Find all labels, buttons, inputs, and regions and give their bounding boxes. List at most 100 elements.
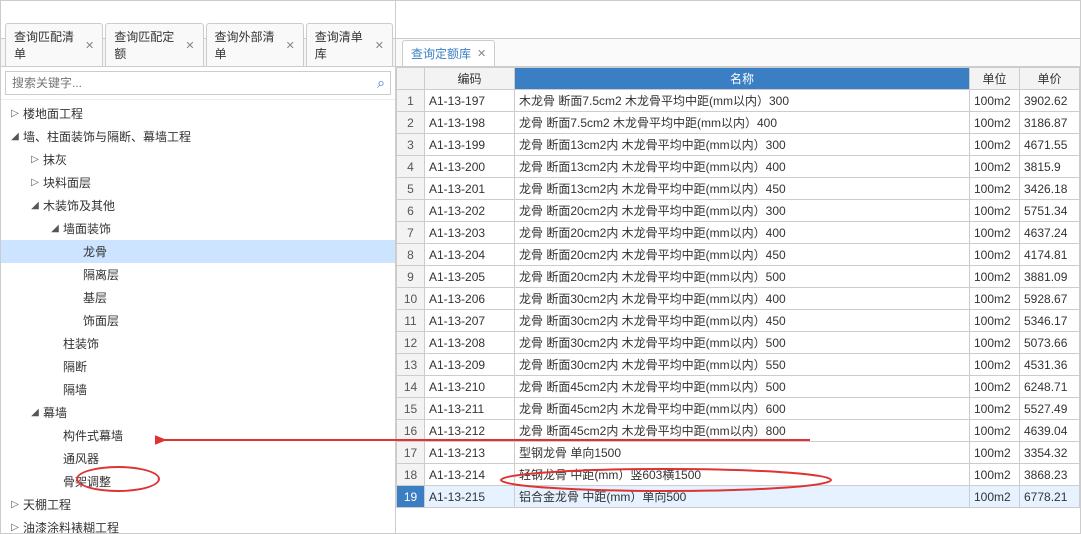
cell-unit[interactable]: 100m2 xyxy=(970,288,1020,310)
cell-name[interactable]: 龙骨 断面30cm2内 木龙骨平均中距(mm以内）400 xyxy=(515,288,970,310)
tab-right-0[interactable]: 查询定额库✕ xyxy=(402,40,495,66)
cell-code[interactable]: A1-13-212 xyxy=(425,420,515,442)
cell-price[interactable]: 3868.23 xyxy=(1020,464,1080,486)
cell-code[interactable]: A1-13-213 xyxy=(425,442,515,464)
cell-code[interactable]: A1-13-207 xyxy=(425,310,515,332)
cell-price[interactable]: 4637.24 xyxy=(1020,222,1080,244)
tree-item-15[interactable]: 通风器 xyxy=(1,447,395,470)
tab-0[interactable]: 查询匹配清单✕ xyxy=(5,23,103,66)
cell-name[interactable]: 铝合金龙骨 中距(mm）单向500 xyxy=(515,486,970,508)
tree-item-17[interactable]: ▷天棚工程 xyxy=(1,493,395,516)
tree-item-7[interactable]: 隔离层 xyxy=(1,263,395,286)
cell-unit[interactable]: 100m2 xyxy=(970,90,1020,112)
search-input[interactable] xyxy=(5,71,391,95)
cell-price[interactable]: 4671.55 xyxy=(1020,134,1080,156)
cell-code[interactable]: A1-13-215 xyxy=(425,486,515,508)
col-price[interactable]: 单价 xyxy=(1020,68,1080,90)
cell-unit[interactable]: 100m2 xyxy=(970,244,1020,266)
tree-toggle-icon[interactable]: ▷ xyxy=(9,522,21,533)
cell-price[interactable]: 6778.21 xyxy=(1020,486,1080,508)
cell-name[interactable]: 龙骨 断面20cm2内 木龙骨平均中距(mm以内）500 xyxy=(515,266,970,288)
table-row[interactable]: 9A1-13-205龙骨 断面20cm2内 木龙骨平均中距(mm以内）50010… xyxy=(397,266,1080,288)
table-row[interactable]: 2A1-13-198龙骨 断面7.5cm2 木龙骨平均中距(mm以内）40010… xyxy=(397,112,1080,134)
tree-item-14[interactable]: 构件式幕墙 xyxy=(1,424,395,447)
tree-toggle-icon[interactable]: ▷ xyxy=(29,177,41,188)
table-row[interactable]: 10A1-13-206龙骨 断面30cm2内 木龙骨平均中距(mm以内）4001… xyxy=(397,288,1080,310)
cell-price[interactable]: 3881.09 xyxy=(1020,266,1080,288)
cell-code[interactable]: A1-13-205 xyxy=(425,266,515,288)
table-row[interactable]: 19A1-13-215铝合金龙骨 中距(mm）单向500100m26778.21 xyxy=(397,486,1080,508)
cell-unit[interactable]: 100m2 xyxy=(970,310,1020,332)
table-row[interactable]: 15A1-13-211龙骨 断面45cm2内 木龙骨平均中距(mm以内）6001… xyxy=(397,398,1080,420)
cell-name[interactable]: 龙骨 断面45cm2内 木龙骨平均中距(mm以内）600 xyxy=(515,398,970,420)
cell-name[interactable]: 龙骨 断面30cm2内 木龙骨平均中距(mm以内）550 xyxy=(515,354,970,376)
close-icon[interactable]: ✕ xyxy=(375,39,384,52)
cell-unit[interactable]: 100m2 xyxy=(970,354,1020,376)
cell-code[interactable]: A1-13-200 xyxy=(425,156,515,178)
cell-price[interactable]: 3354.32 xyxy=(1020,442,1080,464)
tree-item-4[interactable]: ◢木装饰及其他 xyxy=(1,194,395,217)
cell-code[interactable]: A1-13-204 xyxy=(425,244,515,266)
search-icon[interactable]: ⌕ xyxy=(377,75,385,92)
cell-unit[interactable]: 100m2 xyxy=(970,156,1020,178)
cell-price[interactable]: 5751.34 xyxy=(1020,200,1080,222)
table-row[interactable]: 13A1-13-209龙骨 断面30cm2内 木龙骨平均中距(mm以内）5501… xyxy=(397,354,1080,376)
tree-toggle-icon[interactable]: ◢ xyxy=(9,131,21,142)
cell-name[interactable]: 龙骨 断面30cm2内 木龙骨平均中距(mm以内）500 xyxy=(515,332,970,354)
cell-price[interactable]: 4174.81 xyxy=(1020,244,1080,266)
table-row[interactable]: 11A1-13-207龙骨 断面30cm2内 木龙骨平均中距(mm以内）4501… xyxy=(397,310,1080,332)
tree-item-1[interactable]: ◢墙、柱面装饰与隔断、幕墙工程 xyxy=(1,125,395,148)
close-icon[interactable]: ✕ xyxy=(185,39,194,52)
table-row[interactable]: 16A1-13-212龙骨 断面45cm2内 木龙骨平均中距(mm以内）8001… xyxy=(397,420,1080,442)
tree-item-10[interactable]: 柱装饰 xyxy=(1,332,395,355)
tree-toggle-icon[interactable]: ▷ xyxy=(9,108,21,119)
cell-unit[interactable]: 100m2 xyxy=(970,376,1020,398)
cell-name[interactable]: 龙骨 断面20cm2内 木龙骨平均中距(mm以内）450 xyxy=(515,244,970,266)
cell-name[interactable]: 木龙骨 断面7.5cm2 木龙骨平均中距(mm以内）300 xyxy=(515,90,970,112)
cell-unit[interactable]: 100m2 xyxy=(970,112,1020,134)
cell-price[interactable]: 3186.87 xyxy=(1020,112,1080,134)
cell-price[interactable]: 5073.66 xyxy=(1020,332,1080,354)
cell-code[interactable]: A1-13-214 xyxy=(425,464,515,486)
cell-code[interactable]: A1-13-206 xyxy=(425,288,515,310)
cell-code[interactable]: A1-13-202 xyxy=(425,200,515,222)
cell-code[interactable]: A1-13-210 xyxy=(425,376,515,398)
tree-item-11[interactable]: 隔断 xyxy=(1,355,395,378)
cell-name[interactable]: 龙骨 断面20cm2内 木龙骨平均中距(mm以内）300 xyxy=(515,200,970,222)
table-row[interactable]: 17A1-13-213型钢龙骨 单向1500100m23354.32 xyxy=(397,442,1080,464)
cell-price[interactable]: 3815.9 xyxy=(1020,156,1080,178)
table-row[interactable]: 12A1-13-208龙骨 断面30cm2内 木龙骨平均中距(mm以内）5001… xyxy=(397,332,1080,354)
tree-toggle-icon[interactable]: ◢ xyxy=(49,223,61,234)
cell-unit[interactable]: 100m2 xyxy=(970,200,1020,222)
table-row[interactable]: 14A1-13-210龙骨 断面45cm2内 木龙骨平均中距(mm以内）5001… xyxy=(397,376,1080,398)
table-row[interactable]: 5A1-13-201龙骨 断面13cm2内 木龙骨平均中距(mm以内）45010… xyxy=(397,178,1080,200)
close-icon[interactable]: ✕ xyxy=(477,47,486,60)
cell-code[interactable]: A1-13-198 xyxy=(425,112,515,134)
tree-toggle-icon[interactable]: ▷ xyxy=(29,154,41,165)
cell-price[interactable]: 4531.36 xyxy=(1020,354,1080,376)
cell-name[interactable]: 龙骨 断面45cm2内 木龙骨平均中距(mm以内）800 xyxy=(515,420,970,442)
cell-code[interactable]: A1-13-197 xyxy=(425,90,515,112)
cell-unit[interactable]: 100m2 xyxy=(970,442,1020,464)
cell-unit[interactable]: 100m2 xyxy=(970,332,1020,354)
cell-code[interactable]: A1-13-209 xyxy=(425,354,515,376)
cell-unit[interactable]: 100m2 xyxy=(970,398,1020,420)
col-unit[interactable]: 单位 xyxy=(970,68,1020,90)
cell-unit[interactable]: 100m2 xyxy=(970,178,1020,200)
cell-name[interactable]: 龙骨 断面20cm2内 木龙骨平均中距(mm以内）400 xyxy=(515,222,970,244)
tab-2[interactable]: 查询外部清单✕ xyxy=(206,23,304,66)
tree-item-12[interactable]: 隔墙 xyxy=(1,378,395,401)
tree-item-5[interactable]: ◢墙面装饰 xyxy=(1,217,395,240)
tree-item-2[interactable]: ▷抹灰 xyxy=(1,148,395,171)
tree-item-6[interactable]: 龙骨 xyxy=(1,240,395,263)
cell-unit[interactable]: 100m2 xyxy=(970,222,1020,244)
tab-1[interactable]: 查询匹配定额✕ xyxy=(105,23,203,66)
cell-price[interactable]: 5527.49 xyxy=(1020,398,1080,420)
cell-name[interactable]: 型钢龙骨 单向1500 xyxy=(515,442,970,464)
tree-toggle-icon[interactable]: ◢ xyxy=(29,200,41,211)
table-row[interactable]: 1A1-13-197木龙骨 断面7.5cm2 木龙骨平均中距(mm以内）3001… xyxy=(397,90,1080,112)
cell-unit[interactable]: 100m2 xyxy=(970,134,1020,156)
cell-code[interactable]: A1-13-201 xyxy=(425,178,515,200)
tree-item-8[interactable]: 基层 xyxy=(1,286,395,309)
cell-name[interactable]: 龙骨 断面13cm2内 木龙骨平均中距(mm以内）300 xyxy=(515,134,970,156)
